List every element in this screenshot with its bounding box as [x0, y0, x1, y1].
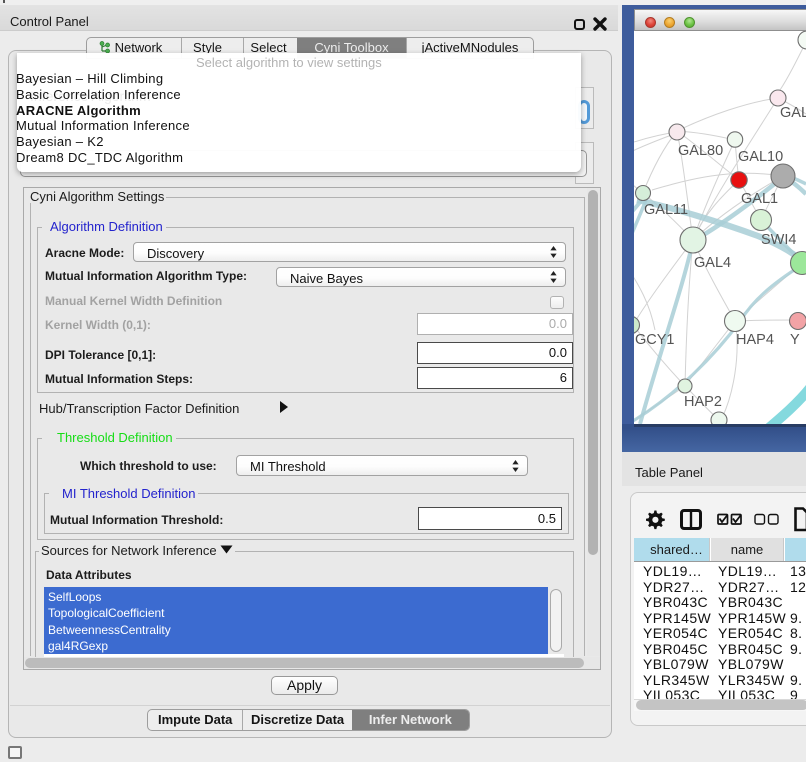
svg-text:GCY1: GCY1	[635, 332, 675, 348]
svg-text:GAL1: GAL1	[741, 191, 778, 207]
svg-text:GAL: GAL	[780, 105, 806, 121]
svg-text:GAL4: GAL4	[694, 255, 731, 271]
svg-text:Y: Y	[790, 332, 800, 348]
svg-text:GAL10: GAL10	[738, 149, 783, 165]
svg-text:HAP4: HAP4	[736, 332, 774, 348]
svg-text:SWI4: SWI4	[761, 232, 796, 248]
svg-text:GAL11: GAL11	[644, 202, 688, 218]
svg-text:HAP2: HAP2	[684, 394, 722, 410]
svg-text:GAL80: GAL80	[678, 143, 723, 159]
